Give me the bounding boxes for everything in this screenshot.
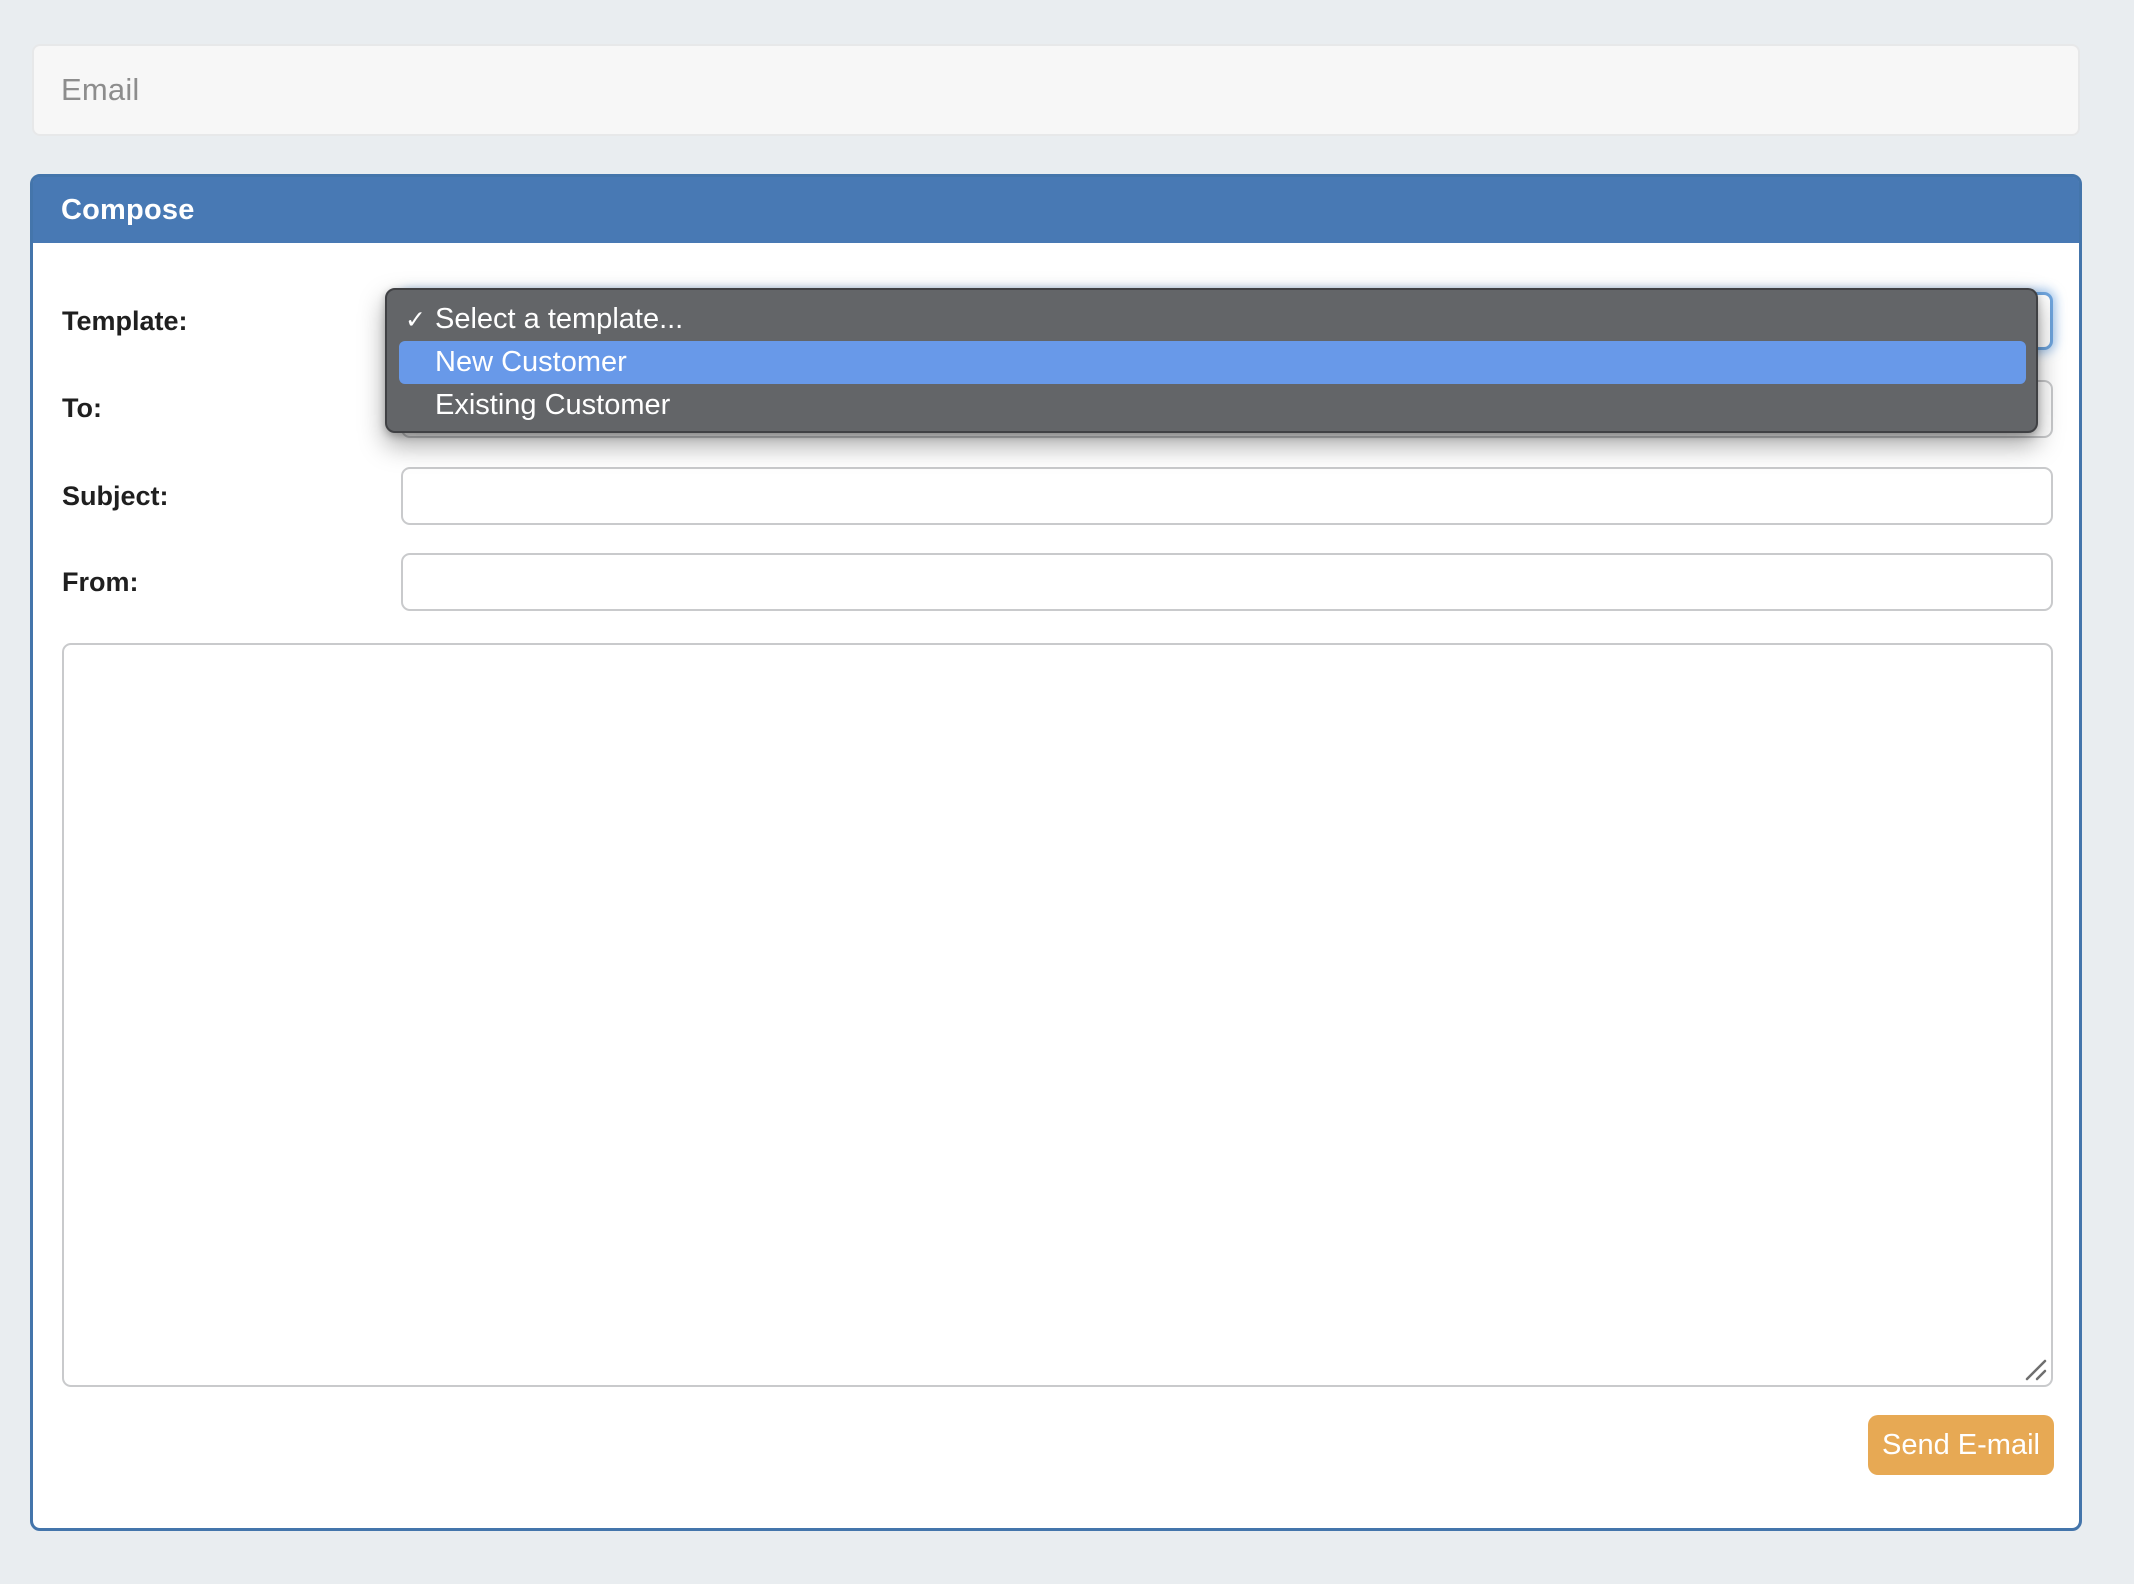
from-label: From:	[62, 567, 139, 597]
dropdown-option-new-customer[interactable]: New Customer	[399, 341, 2026, 384]
compose-header: Compose	[33, 177, 2079, 243]
dropdown-option-existing-customer[interactable]: Existing Customer	[387, 384, 2036, 427]
send-email-button[interactable]: Send E-mail	[1868, 1415, 2054, 1475]
checkmark-icon: ✓	[405, 305, 426, 334]
from-input[interactable]	[401, 553, 2053, 611]
email-section-panel: Email	[32, 44, 2080, 136]
dropdown-option-select-a-template[interactable]: ✓ Select a template...	[387, 298, 2036, 341]
dropdown-option-label: Existing Customer	[435, 389, 671, 421]
to-label: To:	[62, 393, 102, 423]
dropdown-option-label: Select a template...	[435, 303, 684, 335]
message-textarea[interactable]	[62, 643, 2053, 1387]
subject-label: Subject:	[62, 481, 169, 511]
message-textarea-wrap	[62, 643, 2053, 1387]
dropdown-option-label: New Customer	[435, 346, 627, 378]
page-title: Email	[61, 72, 140, 107]
template-label: Template:	[62, 306, 188, 336]
compose-title: Compose	[61, 193, 195, 226]
template-dropdown-menu: ✓ Select a template... New Customer Exis…	[385, 288, 2038, 433]
compose-panel: Compose Template: To: Subject: From: Sen…	[30, 174, 2082, 1531]
subject-input[interactable]	[401, 467, 2053, 525]
